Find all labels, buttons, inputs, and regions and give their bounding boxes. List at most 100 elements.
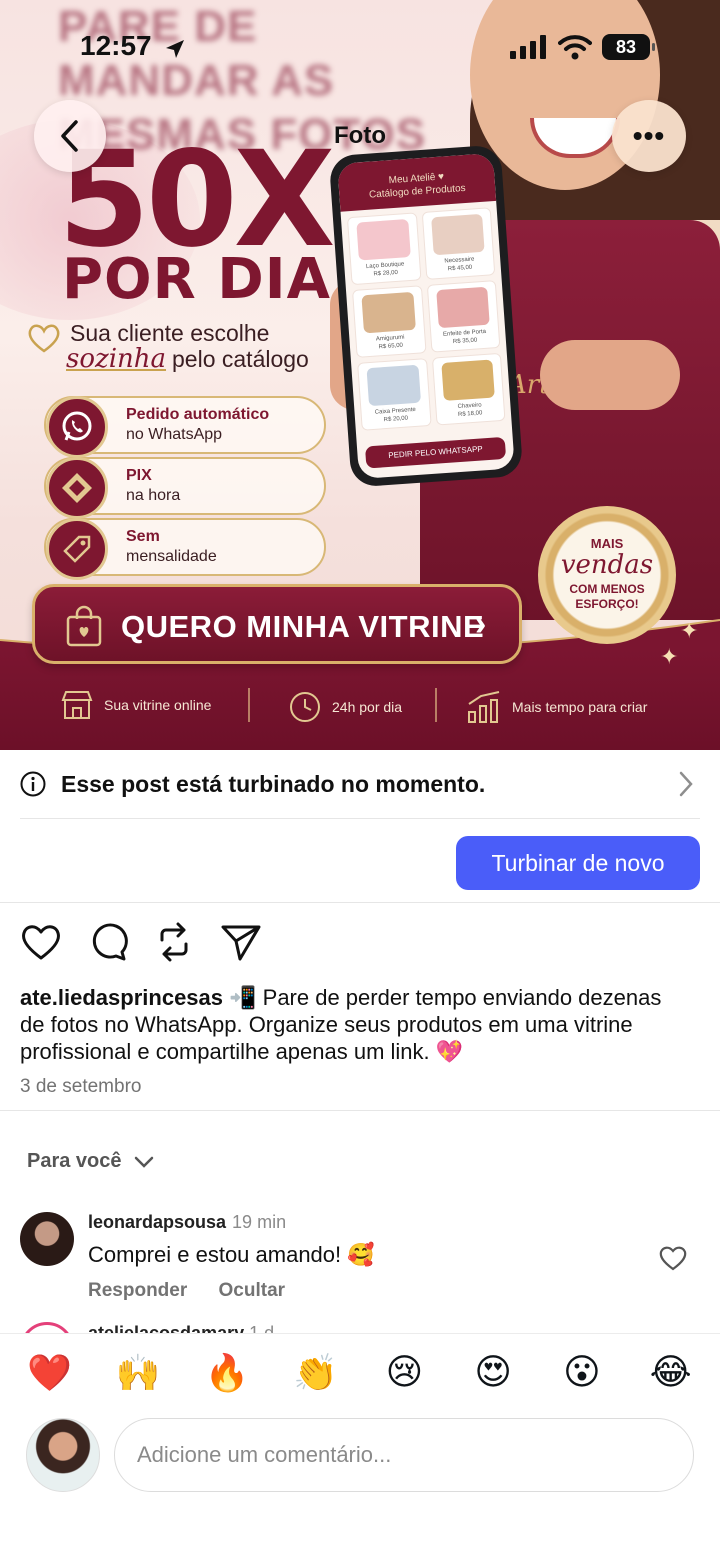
product-caption: Caixa Presente R$ 20,00 — [374, 406, 417, 424]
post-caption: ate.liedasprincesas 📲 Pare de perder tem… — [20, 984, 690, 1065]
comment-like-icon[interactable] — [658, 1244, 688, 1272]
pointing-hand — [540, 340, 680, 410]
headline-sub: POR DIA — [62, 247, 331, 312]
reply-button[interactable]: Responder — [88, 1280, 187, 1301]
seal-line1: MAIS — [590, 536, 624, 551]
product-image — [356, 219, 411, 261]
feature-no-fee: Sem mensalidade — [44, 518, 326, 580]
seal-line2: vendas — [560, 550, 654, 580]
store-icon — [61, 691, 93, 719]
reaction-surprised[interactable]: 😮 — [552, 1352, 612, 1394]
repost-icon[interactable] — [156, 922, 192, 962]
comment-text: Comprei e estou amando! 🥰 — [88, 1242, 375, 1267]
chevron-right-icon — [679, 771, 693, 797]
product-card: Laço Boutique R$ 28,00 — [346, 212, 421, 286]
reaction-laughing[interactable]: 😂 — [641, 1352, 701, 1394]
reaction-heart[interactable]: ❤️ — [19, 1352, 79, 1394]
band-label: 24h por dia — [332, 699, 403, 715]
sales-seal: MAIS vendas COM MENOS ESFORÇO! — [538, 506, 676, 644]
sparkle-icon: ✦ — [660, 644, 679, 669]
avatar — [26, 1418, 100, 1492]
band-divider — [248, 688, 250, 722]
feature-pix: PIX na hora — [44, 457, 326, 519]
seal-line3: COM MENOS ESFORÇO! — [569, 582, 645, 611]
product-grid: Laço Boutique R$ 28,00 Necessaire R$ 45,00… — [341, 201, 512, 437]
feature-subtitle: na hora — [126, 487, 181, 504]
product-image — [430, 213, 485, 256]
more-options-button[interactable]: ••• — [612, 100, 686, 172]
status-indicators: 83 — [510, 34, 655, 60]
location-arrow-icon — [166, 40, 184, 58]
reaction-fire[interactable]: 🔥 — [197, 1352, 257, 1394]
feature-subtitle: no WhatsApp — [126, 426, 223, 443]
divider — [0, 902, 720, 903]
comment-actions: Responder Ocultar — [88, 1280, 311, 1302]
post-image[interactable]: Artesã PARE DE MANDAR AS MESMAS FOTOS 50… — [0, 0, 720, 750]
product-image — [366, 364, 421, 407]
product-caption: Amigurumi R$ 65,00 — [375, 334, 405, 351]
more-dots-icon: ••• — [632, 120, 666, 151]
feature-subtitle: mensalidade — [126, 548, 217, 565]
caption-username[interactable]: ate.liedasprincesas — [20, 985, 223, 1010]
heart-icon[interactable] — [20, 922, 62, 962]
shopping-bag-icon — [66, 605, 102, 647]
boost-status-row[interactable]: Esse post está turbinado no momento. — [0, 750, 720, 818]
heart-outline-icon — [28, 324, 60, 353]
tag-icon — [46, 518, 108, 580]
battery-indicator: 83 — [602, 34, 655, 60]
lead-line2-text: pelo catálogo — [172, 346, 309, 372]
whatsapp-icon — [46, 396, 108, 458]
order-whatsapp-button: PEDIR PELO WHATSAPP — [364, 436, 507, 469]
avatar[interactable] — [20, 1212, 74, 1266]
product-caption: Laço Boutique R$ 28,00 — [365, 261, 405, 278]
growth-chart-icon — [468, 691, 500, 723]
reaction-heart-eyes[interactable]: 😍 — [463, 1352, 523, 1394]
product-image — [361, 291, 416, 334]
band-label: Sua vitrine online — [104, 697, 212, 713]
product-image — [440, 359, 495, 401]
comments-filter-dropdown[interactable]: Para você — [27, 1150, 154, 1173]
band-label: Mais tempo para criar — [512, 699, 648, 715]
post-date: 3 de setembro — [20, 1076, 142, 1097]
product-caption: Chaveiro R$ 18,00 — [457, 402, 483, 418]
feature-title: PIX — [126, 467, 152, 484]
boost-again-button[interactable]: Turbinar de novo — [456, 836, 700, 890]
product-card: Amigurumi R$ 65,00 — [352, 285, 427, 358]
product-caption: Necessaire R$ 45,00 — [444, 256, 475, 273]
status-time: 12:57 — [80, 30, 152, 61]
share-icon[interactable] — [220, 922, 262, 962]
product-card: Chaveiro R$ 18,00 — [431, 352, 506, 426]
lead-line2: sozinha pelo catálogo — [66, 344, 309, 374]
boost-status-text: Esse post está turbinado no momento. — [61, 771, 486, 797]
product-caption: Enfeite de Porta R$ 35,00 — [442, 328, 487, 346]
band-item-hours: 24h por dia — [288, 690, 402, 724]
feature-title: Pedido automático — [126, 406, 270, 423]
wifi-icon — [558, 35, 592, 60]
hide-button[interactable]: Ocultar — [219, 1280, 286, 1301]
reaction-crying[interactable]: 😢 — [374, 1352, 434, 1394]
comment-icon[interactable] — [88, 922, 128, 962]
cellular-signal-icon — [510, 35, 546, 59]
product-image — [435, 286, 490, 329]
reaction-clap[interactable]: 👏 — [286, 1352, 346, 1394]
product-card: Necessaire R$ 45,00 — [421, 207, 496, 280]
cta-banner: QUERO MINHA VITRINE › — [32, 584, 522, 664]
feature-whatsapp: Pedido automático no WhatsApp — [44, 396, 326, 458]
product-card: Enfeite de Porta R$ 35,00 — [426, 280, 501, 353]
band-item-vitrine: Sua vitrine online — [60, 690, 211, 720]
reaction-raised-hands[interactable]: 🙌 — [108, 1352, 168, 1394]
comment-input[interactable] — [114, 1418, 694, 1492]
chevron-right-icon: › — [475, 605, 487, 643]
info-icon — [20, 771, 46, 797]
phone-mockup: Meu Ateliê ♥ Catálogo de Produtos Laço B… — [328, 144, 524, 488]
chevron-down-icon — [134, 1156, 153, 1168]
comments-filter-label: Para você — [27, 1150, 122, 1172]
comment-username[interactable]: leonardapsousa 19 min — [88, 1212, 286, 1233]
lead-line1: Sua cliente escolhe — [70, 320, 270, 346]
band-item-time: Mais tempo para criar — [466, 690, 647, 724]
pix-icon — [46, 457, 108, 519]
band-divider — [435, 688, 437, 722]
phone-screen: Meu Ateliê ♥ Catálogo de Produtos Laço B… — [337, 152, 515, 480]
clock-icon — [290, 692, 320, 722]
divider — [20, 818, 700, 819]
